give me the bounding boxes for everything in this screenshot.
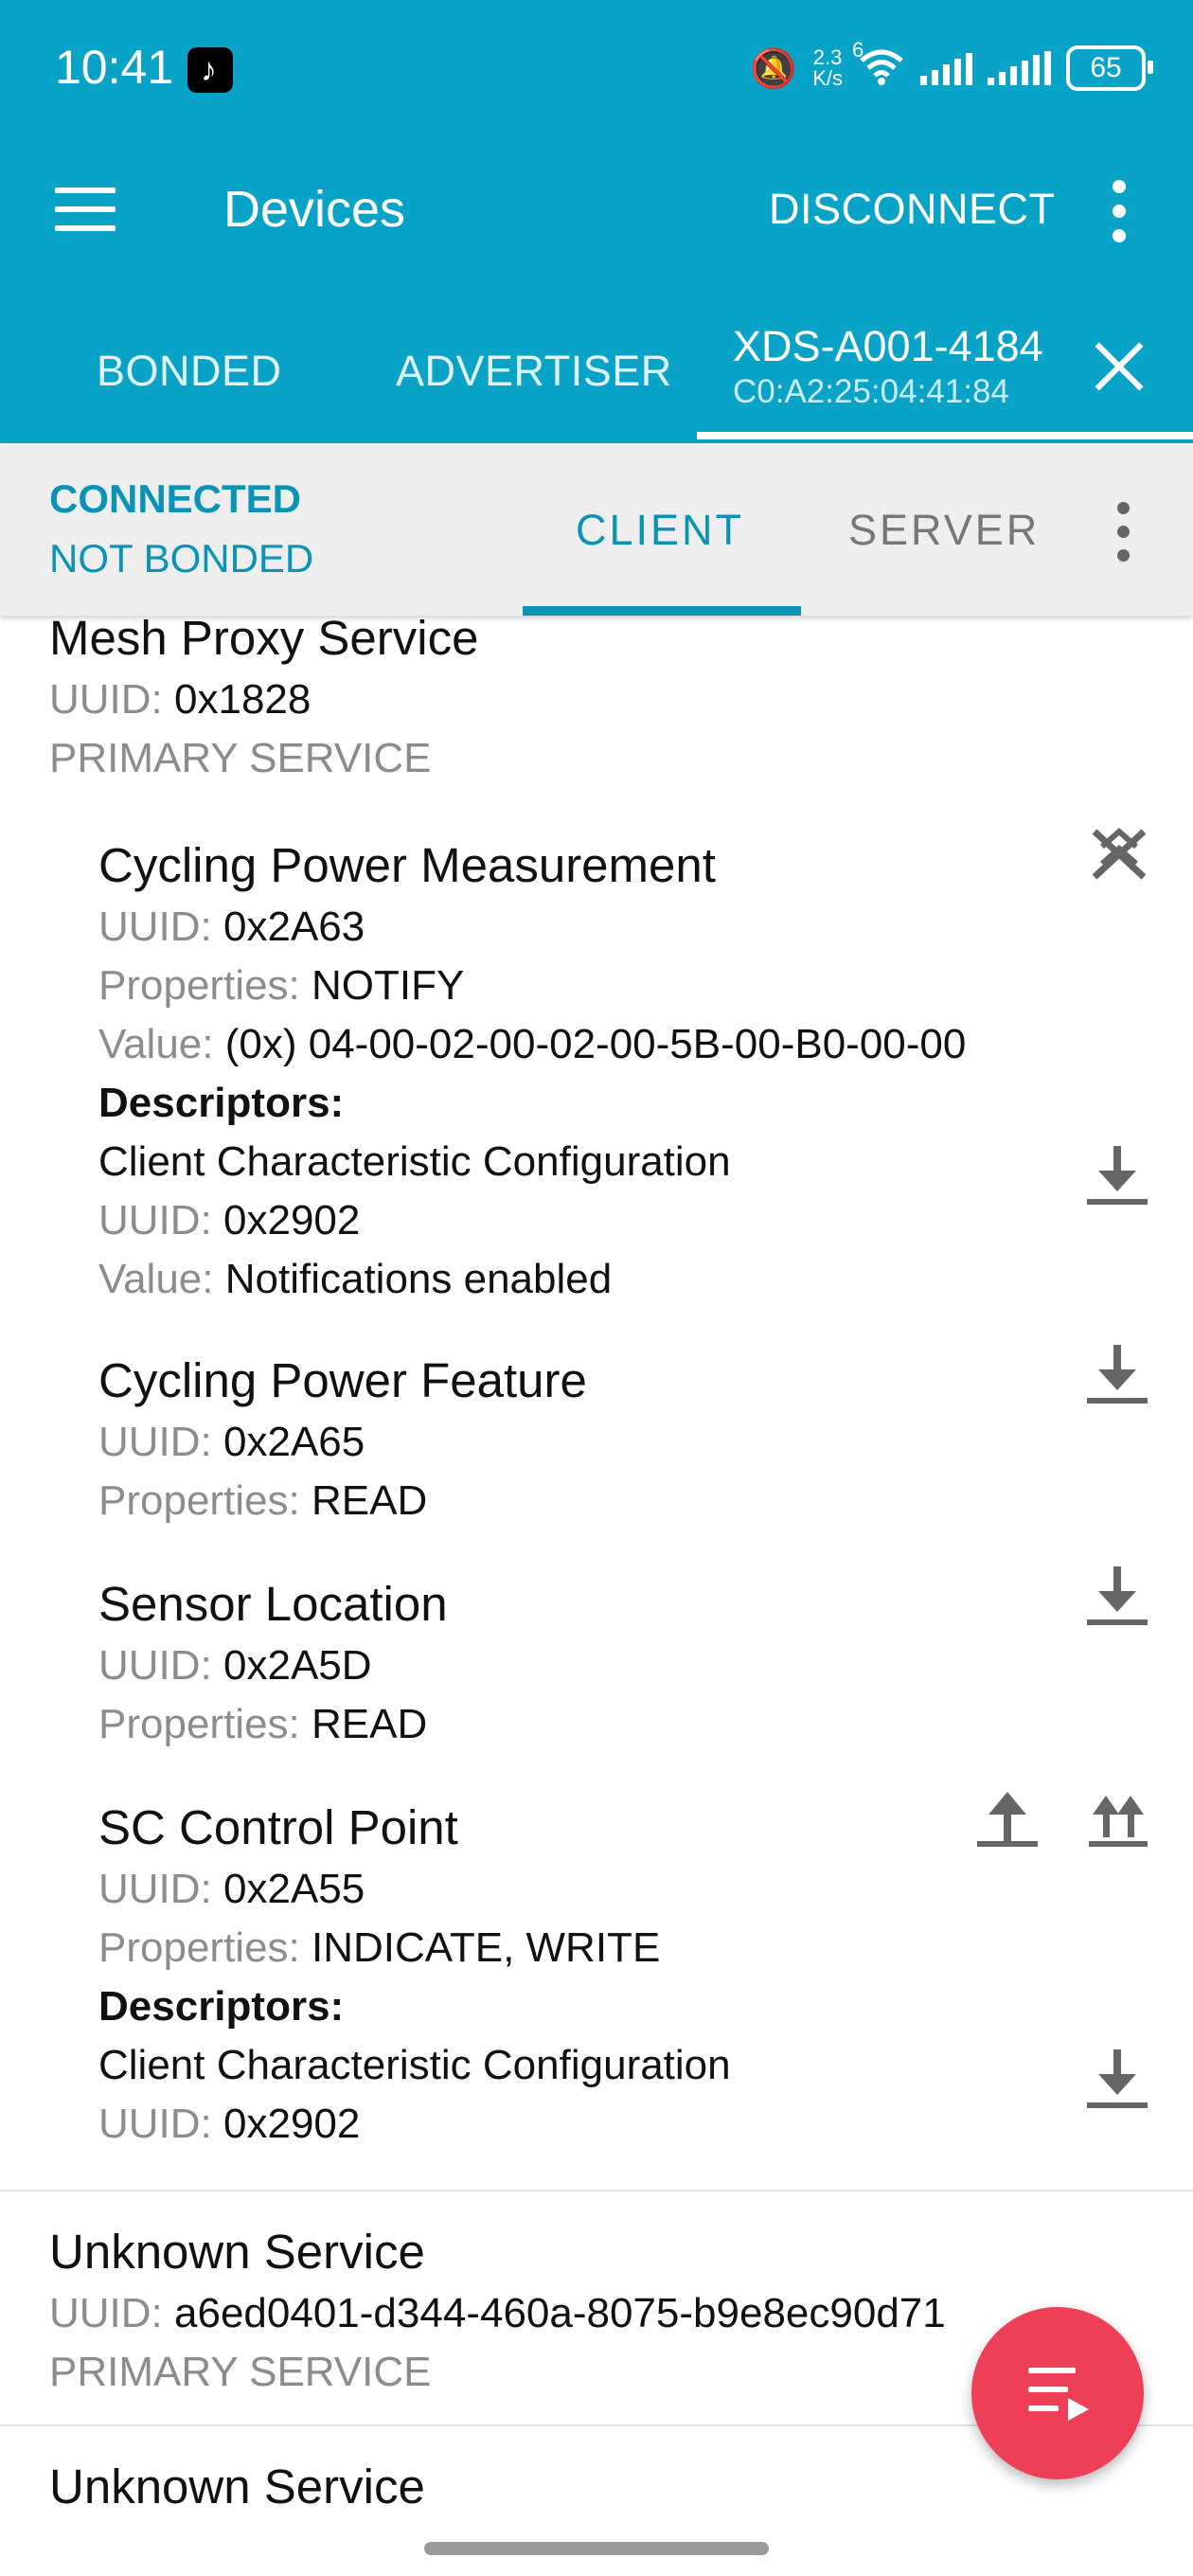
upload-icon[interactable] — [977, 1788, 1038, 1851]
app-bar: 10:41 ♪ 🔕 2.3 K/s 6 65 Devices DISCONNEC… — [0, 0, 1193, 443]
descriptor-name[interactable]: Client Characteristic Configuration — [98, 1138, 731, 1186]
descriptor-name[interactable]: Client Characteristic Configuration — [98, 2042, 731, 2089]
characteristic-name[interactable]: SC Control Point — [98, 1799, 458, 1855]
subtab-indicator — [523, 606, 801, 616]
divider — [0, 2190, 1193, 2191]
bell-off-icon: 🔕 — [750, 47, 798, 90]
tab-server[interactable]: SERVER — [848, 506, 1040, 555]
status-icons: 🔕 2.3 K/s 6 65 — [750, 38, 1153, 95]
service-name[interactable]: Unknown Service — [49, 2224, 425, 2280]
tiktok-icon: ♪ — [187, 47, 233, 93]
characteristic-name[interactable]: Cycling Power Feature — [98, 1352, 587, 1408]
characteristic-properties: Properties: READ — [98, 1701, 428, 1747]
descriptor-uuid: UUID: 0x2902 — [98, 2101, 361, 2147]
characteristic-name[interactable]: Sensor Location — [98, 1576, 448, 1632]
wifi-icon: 6 — [852, 38, 905, 90]
more-vert-icon[interactable] — [1108, 180, 1131, 246]
tab-bonded[interactable]: BONDED — [97, 347, 282, 396]
descriptor-value: Value: Notifications enabled — [98, 1256, 613, 1302]
gesture-nav-bar[interactable] — [424, 2542, 769, 2555]
characteristic-properties: Properties: READ — [98, 1477, 428, 1524]
characteristic-name[interactable]: Cycling Power Measurement — [98, 837, 716, 893]
service-name[interactable]: Unknown Service — [49, 2459, 425, 2514]
download-icon[interactable] — [1087, 1566, 1148, 1629]
tab-device[interactable]: XDS-A001-4184 C0:A2:25:04:41:84 — [733, 322, 1043, 411]
bond-state: NOT BONDED — [49, 536, 314, 581]
more-vert-icon[interactable] — [1113, 502, 1132, 568]
page-title: Devices — [223, 181, 406, 238]
signal-icon — [988, 51, 1051, 85]
service-type: PRIMARY SERVICE — [49, 2349, 432, 2395]
tab-advertiser[interactable]: ADVERTISER — [396, 347, 672, 396]
download-icon[interactable] — [1087, 2049, 1148, 2112]
tab-indicator — [697, 432, 1193, 439]
characteristic-properties: Properties: INDICATE, WRITE — [98, 1924, 661, 1971]
descriptors-heading: Descriptors: — [98, 1983, 345, 2030]
service-type: PRIMARY SERVICE — [49, 735, 432, 781]
tab-client[interactable]: CLIENT — [576, 506, 744, 555]
status-time: 10:41 — [55, 41, 174, 94]
close-icon[interactable] — [1094, 341, 1145, 392]
device-name: XDS-A001-4184 — [733, 322, 1043, 370]
status-bar: 10:41 ♪ 🔕 2.3 K/s 6 65 — [0, 0, 1193, 133]
download-icon[interactable] — [1087, 1146, 1148, 1208]
characteristic-uuid: UUID: 0x2A55 — [98, 1866, 365, 1912]
service-name[interactable]: Mesh Proxy Service — [49, 610, 478, 666]
log-fab-button[interactable] — [971, 2307, 1144, 2479]
connection-bar: CONNECTED NOT BONDED CLIENT SERVER — [0, 443, 1193, 616]
connection-state: CONNECTED — [49, 476, 302, 521]
notifications-disable-icon[interactable] — [1089, 826, 1149, 883]
service-uuid: UUID: 0x1828 — [49, 676, 312, 723]
download-icon[interactable] — [1087, 1345, 1148, 1407]
indications-enable-icon[interactable] — [1087, 1788, 1149, 1851]
characteristic-uuid: UUID: 0x2A5D — [98, 1642, 372, 1689]
descriptors-heading: Descriptors: — [98, 1080, 345, 1126]
battery-icon: 65 — [1066, 45, 1153, 91]
signal-icon — [920, 51, 972, 85]
characteristic-uuid: UUID: 0x2A63 — [98, 903, 365, 950]
service-uuid: UUID: a6ed0401-d344-460a-8075-b9e8ec90d7… — [49, 2290, 946, 2336]
characteristic-uuid: UUID: 0x2A65 — [98, 1419, 365, 1465]
device-mac: C0:A2:25:04:41:84 — [733, 373, 1009, 410]
disconnect-button[interactable]: DISCONNECT — [769, 185, 1056, 234]
network-speed: 2.3 K/s — [812, 45, 843, 90]
characteristic-properties: Properties: NOTIFY — [98, 962, 465, 1009]
hamburger-menu-icon[interactable] — [55, 188, 116, 233]
descriptor-uuid: UUID: 0x2902 — [98, 1197, 361, 1243]
characteristic-value: Value: (0x) 04-00-02-00-02-00-5B-00-B0-0… — [98, 1021, 967, 1067]
